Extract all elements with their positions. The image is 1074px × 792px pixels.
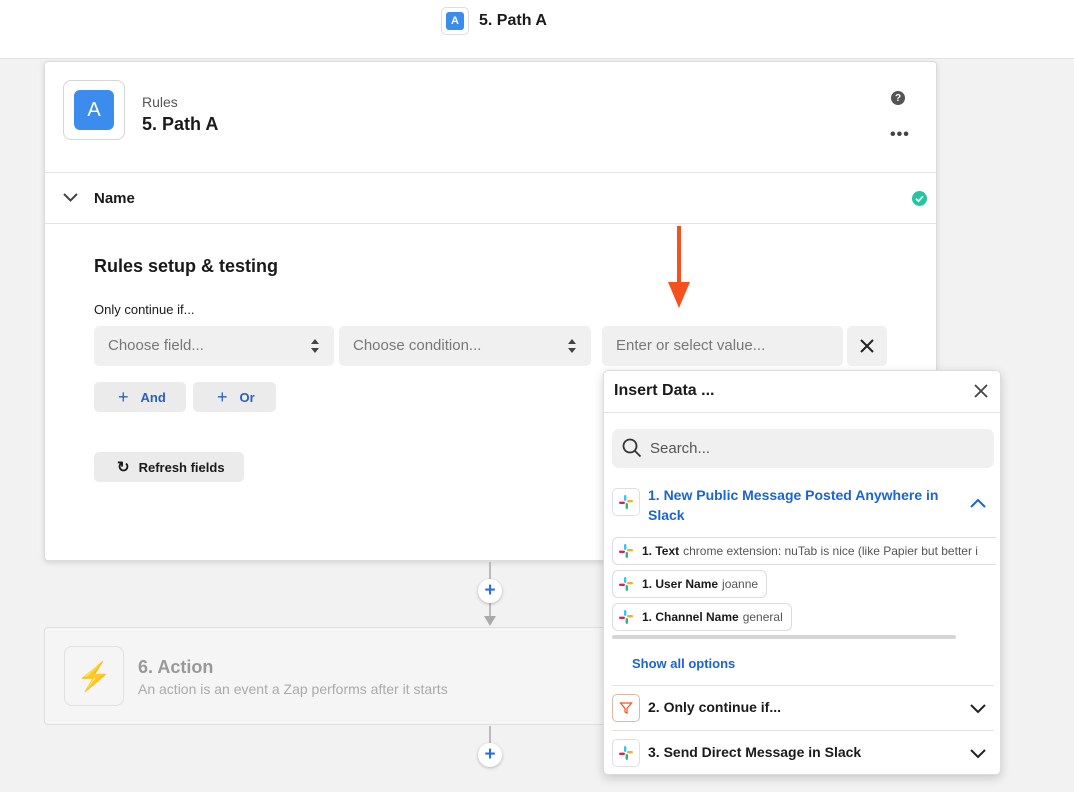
only-continue-label: Only continue if... [94, 302, 195, 317]
top-step-title: 5. Path A [479, 12, 547, 29]
plus-icon: + [217, 386, 228, 407]
pointer-arrow-icon [668, 226, 690, 308]
step-row-only-continue[interactable]: 2. Only continue if... [648, 699, 781, 715]
value-placeholder: Enter or select value... [616, 337, 766, 354]
slack-icon [619, 610, 633, 624]
action-step-card[interactable]: ⚡ 6. Action An action is an event a Zap … [44, 627, 644, 725]
app-name: Rules [142, 94, 178, 110]
top-bar: A 5. Path A [0, 0, 1074, 59]
insert-data-popup: Insert Data ... 1. New Public Message Po… [603, 370, 1001, 775]
filter-icon [612, 694, 640, 722]
sort-arrows-icon [568, 339, 576, 353]
name-section-header[interactable]: Name [45, 172, 936, 224]
action-title: 6. Action [138, 657, 214, 677]
value-input[interactable]: Enter or select value... [602, 326, 843, 366]
horizontal-scrollbar[interactable] [612, 635, 956, 639]
slack-icon [612, 488, 640, 516]
divider [604, 412, 1000, 413]
data-option-text[interactable]: 1. Text chrome extension: nuTab is nice (… [612, 537, 996, 565]
step-title[interactable]: 5. Path A [142, 114, 218, 135]
slack-icon [619, 544, 633, 558]
top-step-indicator[interactable]: A 5. Path A [441, 7, 547, 35]
connector-arrow [484, 616, 496, 626]
section-title: Rules setup & testing [94, 256, 279, 276]
data-option-user-name[interactable]: 1. User Name joanne [612, 570, 768, 598]
chevron-down-icon[interactable] [969, 702, 987, 714]
chevron-down-icon[interactable] [969, 747, 987, 759]
step-row-send-dm[interactable]: 3. Send Direct Message in Slack [648, 744, 861, 760]
refresh-icon: ↻ [117, 459, 130, 476]
name-section-label: Name [94, 190, 135, 207]
more-options-icon[interactable]: ••• [890, 126, 910, 144]
add-step-button[interactable]: + [478, 743, 502, 767]
search-icon [622, 438, 642, 458]
check-icon [912, 191, 927, 206]
path-icon: A [441, 7, 469, 35]
search-box[interactable] [612, 429, 994, 468]
add-or-button[interactable]: + Or [193, 382, 276, 412]
divider [612, 685, 994, 686]
choose-condition-select[interactable]: Choose condition... [339, 326, 591, 366]
popup-title: Insert Data ... [614, 382, 715, 399]
choose-field-select[interactable]: Choose field... [94, 326, 334, 366]
chevron-down-icon [63, 193, 78, 202]
data-option-channel-name[interactable]: 1. Channel Name general [612, 603, 792, 631]
chevron-up-icon[interactable] [969, 497, 987, 509]
search-input[interactable] [650, 429, 980, 468]
slack-icon [612, 739, 640, 767]
add-and-button[interactable]: + And [94, 382, 186, 412]
slack-icon [619, 577, 633, 591]
divider [612, 730, 994, 731]
plus-icon: + [118, 386, 129, 407]
close-icon [860, 339, 874, 353]
slack-trigger-title[interactable]: 1. New Public Message Posted Anywhere in… [648, 485, 958, 525]
lightning-icon: ⚡ [64, 646, 124, 706]
rules-app-logo: A [63, 80, 125, 140]
add-step-button[interactable]: + [478, 579, 502, 603]
show-all-options-link[interactable]: Show all options [632, 656, 735, 671]
choose-field-placeholder: Choose field... [108, 337, 204, 354]
refresh-fields-button[interactable]: ↻ Refresh fields [94, 452, 244, 482]
sort-arrows-icon [311, 339, 319, 353]
help-icon[interactable]: ? [891, 91, 905, 105]
action-description: An action is an event a Zap performs aft… [138, 681, 448, 697]
choose-condition-placeholder: Choose condition... [353, 337, 482, 354]
remove-rule-button[interactable] [847, 326, 887, 366]
close-icon[interactable] [973, 383, 989, 399]
